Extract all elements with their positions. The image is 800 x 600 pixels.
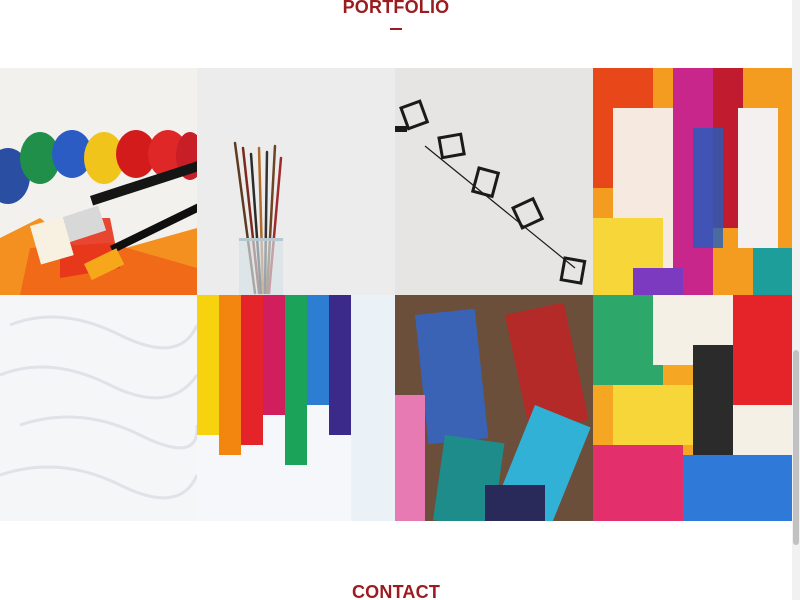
scrollbar-thumb[interactable]	[793, 350, 799, 545]
portfolio-image	[395, 295, 593, 521]
portfolio-item-abstract-dripping[interactable]	[593, 295, 792, 521]
portfolio-item-rainbow-strokes[interactable]	[197, 295, 395, 521]
portfolio-image	[197, 68, 395, 295]
portfolio-item-worn-brushes[interactable]	[395, 295, 593, 521]
page: PORTFOLIO CONTACT	[0, 0, 792, 600]
page-scrollbar[interactable]	[792, 0, 800, 600]
portfolio-heading: PORTFOLIO	[342, 0, 450, 17]
portfolio-item-abstract-colorful[interactable]	[593, 68, 792, 295]
portfolio-item-floating-chairs[interactable]	[395, 68, 593, 295]
portfolio-image	[593, 68, 792, 295]
portfolio-image	[197, 295, 395, 521]
portfolio-heading-underline	[390, 28, 402, 30]
contact-heading: CONTACT	[351, 582, 441, 600]
portfolio-image	[0, 295, 197, 521]
portfolio-item-brushes-jar[interactable]	[197, 68, 395, 295]
portfolio-image	[593, 295, 792, 521]
portfolio-item-white-texture[interactable]	[0, 295, 197, 521]
portfolio-grid	[0, 68, 792, 521]
portfolio-item-paint-brushes-orange[interactable]	[0, 68, 197, 295]
portfolio-image	[0, 68, 197, 295]
portfolio-image	[395, 68, 593, 295]
